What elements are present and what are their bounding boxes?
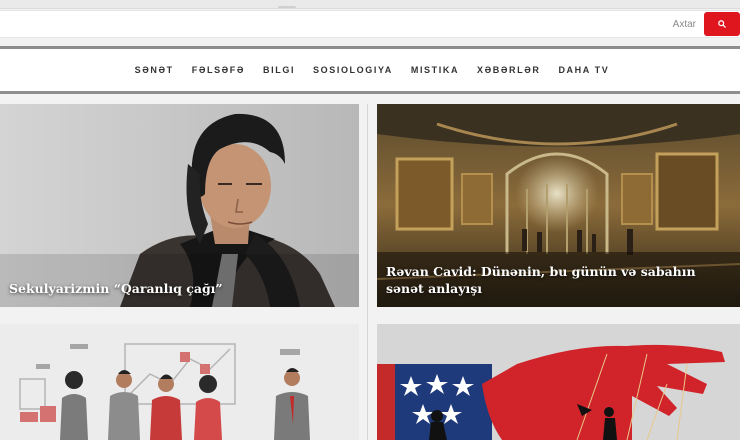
article-card[interactable]: Sekulyarizmin “Qaranlıq çağı” (0, 104, 359, 307)
article-title[interactable]: Sekulyarizmin “Qaranlıq çağı” (9, 280, 349, 297)
nav-menu: sənət fəlsəfə bilgi sosiologiya mistika … (0, 49, 740, 91)
search-bar (0, 10, 740, 38)
article-card[interactable] (0, 324, 359, 440)
search-input[interactable] (0, 11, 700, 37)
search-button[interactable] (704, 12, 740, 36)
article-title[interactable]: Rəvan Cavid: Dünənin, bu günün və sabahı… (386, 263, 730, 297)
search-icon (718, 20, 726, 28)
nav-item-senet[interactable]: sənət (135, 65, 174, 75)
article-image-hand-flag (377, 324, 740, 440)
article-image-people-illustration (0, 324, 359, 440)
nav-item-xeberler[interactable]: xəbərlər (477, 65, 540, 75)
article-image-portrait (0, 104, 359, 307)
nav-item-mistika[interactable]: mistika (411, 65, 459, 75)
article-card[interactable]: Rəvan Cavid: Dünənin, bu günün və sabahı… (377, 104, 740, 307)
nav-item-felsefe[interactable]: fəlsəfə (192, 65, 245, 75)
main-navigation: sənət fəlsəfə bilgi sosiologiya mistika … (0, 46, 740, 94)
drag-handle-icon[interactable] (278, 6, 296, 8)
nav-item-daha-tv[interactable]: daha tv (558, 65, 609, 75)
article-card[interactable] (377, 324, 740, 440)
nav-item-sosiologiya[interactable]: sosiologiya (313, 65, 393, 75)
browser-top-strip (0, 0, 740, 9)
nav-item-bilgi[interactable]: bilgi (263, 65, 295, 75)
column-divider (367, 104, 368, 440)
